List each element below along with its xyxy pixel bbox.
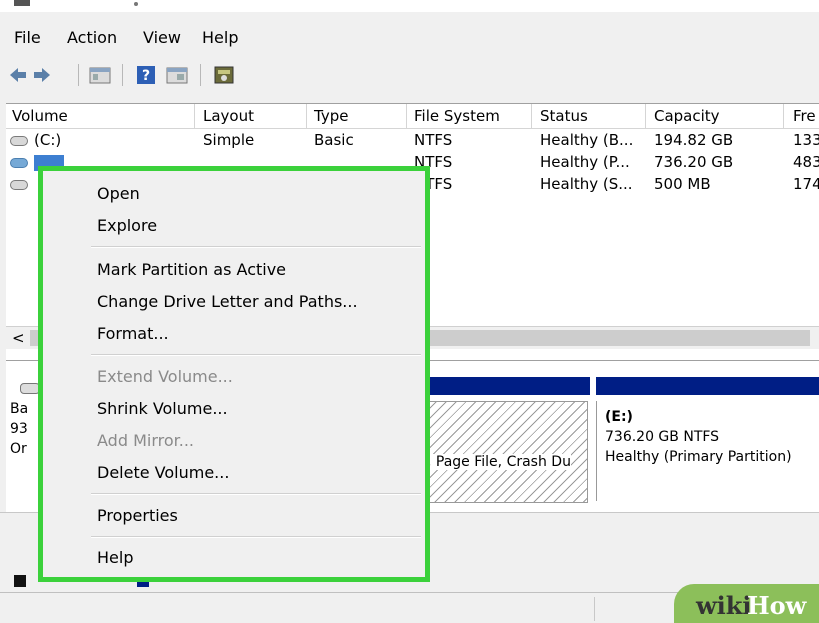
column-header-row: Volume Layout Type File System Status Ca… xyxy=(6,104,819,129)
cell-free: 483 xyxy=(793,153,819,171)
column-divider[interactable] xyxy=(406,104,407,128)
disk-label: Ba xyxy=(10,401,29,417)
title-bar xyxy=(0,0,819,12)
svg-text:?: ? xyxy=(142,68,150,84)
partition-header-bar xyxy=(416,377,590,395)
scroll-left-arrow[interactable]: < xyxy=(12,329,25,347)
menu-item-open[interactable]: Open xyxy=(97,184,140,203)
cell-status: Healthy (S... xyxy=(540,175,633,193)
column-capacity[interactable]: Capacity xyxy=(654,107,720,125)
title-fragment xyxy=(134,2,138,6)
column-free[interactable]: Fre xyxy=(793,107,816,125)
toolbar: ? xyxy=(0,60,819,92)
column-layout[interactable]: Layout xyxy=(203,107,254,125)
menu-separator xyxy=(91,246,421,248)
table-row[interactable]: (C:) Simple Basic NTFS Healthy (B... 194… xyxy=(6,130,819,152)
partition-status: Healthy (Primary Partition) xyxy=(605,449,792,465)
column-divider[interactable] xyxy=(783,104,784,128)
menu-view[interactable]: View xyxy=(143,28,181,47)
system-partition-block[interactable]: , Page File, Crash Du xyxy=(416,401,588,503)
cell-status: Healthy (B... xyxy=(540,131,634,149)
forward-arrow-icon[interactable] xyxy=(32,64,52,86)
column-divider[interactable] xyxy=(194,104,195,128)
cell-free: 174 xyxy=(793,175,819,193)
menu-item-mark-active[interactable]: Mark Partition as Active xyxy=(97,260,286,279)
drive-icon xyxy=(10,158,28,168)
menu-item-change-drive-letter[interactable]: Change Drive Letter and Paths... xyxy=(97,292,358,311)
back-arrow-icon[interactable] xyxy=(8,64,28,86)
cell-status: Healthy (P... xyxy=(540,153,630,171)
help-icon[interactable]: ? xyxy=(135,64,157,86)
menu-action[interactable]: Action xyxy=(67,28,117,47)
column-volume[interactable]: Volume xyxy=(12,107,68,125)
menu-item-help[interactable]: Help xyxy=(97,548,133,567)
console-tree-icon[interactable] xyxy=(88,64,112,86)
drive-icon xyxy=(10,180,28,190)
column-status[interactable]: Status xyxy=(540,107,588,125)
disk-management-window: File Action View Help ? Volume Layout Ty… xyxy=(0,0,819,623)
disk-icon xyxy=(20,383,40,394)
menu-item-shrink-volume[interactable]: Shrink Volume... xyxy=(97,399,228,418)
cell-capacity: 194.82 GB xyxy=(654,131,734,149)
cell-free: 133 xyxy=(793,131,819,149)
partition-description: , Page File, Crash Du xyxy=(427,454,571,470)
menu-item-explore[interactable]: Explore xyxy=(97,216,157,235)
cell-layout: Simple xyxy=(203,131,255,149)
cell-capacity: 500 MB xyxy=(654,175,711,193)
watermark-wiki: wiki xyxy=(696,591,752,620)
partition-name: (E:) xyxy=(605,409,633,425)
partition-size: 736.20 GB NTFS xyxy=(605,429,720,445)
properties-icon[interactable] xyxy=(165,64,189,86)
column-divider[interactable] xyxy=(531,104,532,128)
menu-help[interactable]: Help xyxy=(202,28,238,47)
menu-item-properties[interactable]: Properties xyxy=(97,506,178,525)
wikihow-watermark: wiki How xyxy=(674,584,819,623)
toolbar-separator xyxy=(122,64,123,86)
menu-separator xyxy=(91,536,421,538)
status-divider xyxy=(594,597,595,621)
disk-icon[interactable] xyxy=(212,64,236,86)
window-icon xyxy=(14,0,30,6)
disk-status: Or xyxy=(10,441,27,457)
menu-item-delete-volume[interactable]: Delete Volume... xyxy=(97,463,229,482)
column-divider[interactable] xyxy=(645,104,646,128)
menu-separator xyxy=(91,354,421,356)
partition-header-bar xyxy=(596,377,819,395)
menu-separator xyxy=(91,493,421,495)
e-partition-block[interactable]: (E:) 736.20 GB NTFS Healthy (Primary Par… xyxy=(596,401,819,501)
cell-file-system: NTFS xyxy=(414,131,453,149)
unallocated-legend-swatch xyxy=(14,575,26,587)
context-menu: Open Explore Mark Partition as Active Ch… xyxy=(38,166,430,582)
cell-volume: (C:) xyxy=(34,131,62,149)
menu-file[interactable]: File xyxy=(14,28,41,47)
disk-size: 93 xyxy=(10,421,28,437)
drive-icon xyxy=(10,136,28,146)
watermark-how: How xyxy=(747,591,807,620)
column-divider[interactable] xyxy=(306,104,307,128)
toolbar-separator xyxy=(200,64,201,86)
cell-capacity: 736.20 GB xyxy=(654,153,734,171)
menu-item-add-mirror: Add Mirror... xyxy=(97,431,194,450)
toolbar-separator xyxy=(78,64,79,86)
cell-type: Basic xyxy=(314,131,354,149)
menu-item-extend-volume: Extend Volume... xyxy=(97,367,233,386)
menu-item-format[interactable]: Format... xyxy=(97,324,169,343)
column-file-system[interactable]: File System xyxy=(414,107,500,125)
column-type[interactable]: Type xyxy=(314,107,348,125)
